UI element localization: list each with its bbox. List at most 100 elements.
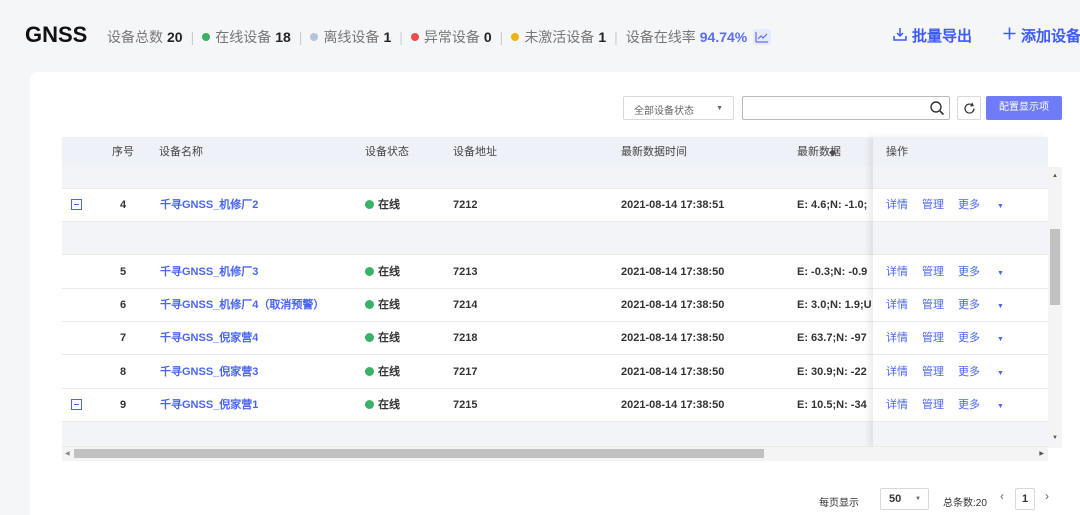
page-size-select[interactable]: 50 ▼ <box>880 488 929 510</box>
online-dot-icon <box>365 400 374 409</box>
manage-link[interactable]: 管理 <box>922 199 944 211</box>
manage-link[interactable]: 管理 <box>922 332 944 344</box>
online-dot-icon <box>365 200 374 209</box>
vertical-scrollbar[interactable]: ▲ ▼ <box>1048 167 1062 448</box>
data-cell: E: 4.6;N: -1.0; <box>797 199 868 211</box>
time-cell: 2021-08-14 17:38:50 <box>621 332 725 344</box>
caret-down-icon: ▼ <box>997 203 1004 210</box>
rate-value: 94.74% <box>699 29 748 45</box>
abnormal-label: 异常设备 <box>423 29 480 45</box>
page-size-value: 50 <box>889 493 902 505</box>
caret-down-icon: ▼ <box>997 336 1004 343</box>
caret-down-icon: ▼ <box>997 270 1004 277</box>
address-cell: 7218 <box>453 332 478 344</box>
offline-value: 1 <box>383 29 392 45</box>
detail-link[interactable]: 详情 <box>886 266 908 278</box>
time-cell: 2021-08-14 17:38:50 <box>621 266 725 278</box>
manage-link[interactable]: 管理 <box>922 366 944 378</box>
search-input[interactable] <box>743 97 923 119</box>
status-cell: 在线 <box>365 389 400 422</box>
search-icon[interactable] <box>929 100 945 121</box>
device-name-link[interactable]: 千寻GNSS_倪家营1 <box>160 389 258 422</box>
col-time[interactable]: 最新数据时间 <box>621 137 687 167</box>
time-cell: 2021-08-14 17:38:50 <box>621 399 725 411</box>
total-count: 总条数:20 <box>943 498 987 509</box>
address-cell: 7212 <box>453 199 478 211</box>
refresh-button[interactable] <box>957 96 981 120</box>
scroll-left-icon[interactable]: ◀ <box>65 450 70 457</box>
status-cell: 在线 <box>365 356 400 389</box>
offline-dot-icon <box>310 33 319 41</box>
col-index: 序号 <box>112 146 134 158</box>
status-text: 在线 <box>378 366 400 378</box>
divider: | <box>399 29 403 45</box>
manage-link[interactable]: 管理 <box>922 399 944 411</box>
manage-link[interactable]: 管理 <box>922 266 944 278</box>
device-name-link[interactable]: 千寻GNSS_机修厂3 <box>160 256 258 289</box>
add-device-label: 添加设备 <box>1021 28 1080 45</box>
page-header: GNSS 设备总数 20 | 在线设备 18 | 离线设备 1 | 异常设备 0… <box>0 0 1080 70</box>
manage-link[interactable]: 管理 <box>922 299 944 311</box>
status-text: 在线 <box>378 266 400 278</box>
collapse-icon[interactable] <box>71 199 82 210</box>
detail-link[interactable]: 详情 <box>886 199 908 211</box>
caret-down-icon: ▼ <box>997 303 1004 310</box>
row-actions: 详情 管理 更多 ▼ <box>873 256 1048 289</box>
row-actions: 详情 管理 更多 ▼ <box>873 389 1048 422</box>
more-dropdown[interactable]: 更多 ▼ <box>958 266 1018 278</box>
col-status: 设备状态 <box>365 146 409 158</box>
more-label: 更多 <box>958 399 980 411</box>
plus-icon <box>1003 27 1016 44</box>
row-index: 4 <box>120 199 127 211</box>
refresh-icon <box>964 102 975 114</box>
collapse-icon[interactable] <box>71 399 82 410</box>
status-text: 在线 <box>378 299 400 311</box>
inactive-dot-icon <box>511 33 520 41</box>
address-cell: 7215 <box>453 399 478 411</box>
more-dropdown[interactable]: 更多 ▼ <box>958 299 1018 311</box>
device-name-link[interactable]: 千寻GNSS_机修厂2 <box>160 189 258 222</box>
prev-page-icon[interactable]: ‹ <box>1000 489 1004 503</box>
divider: | <box>190 29 195 45</box>
detail-link[interactable]: 详情 <box>886 299 908 311</box>
per-page-label: 每页显示 <box>819 498 859 509</box>
time-cell: 2021-08-14 17:38:50 <box>621 299 725 311</box>
status-cell: 在线 <box>365 289 400 322</box>
detail-link[interactable]: 详情 <box>886 332 908 344</box>
more-label: 更多 <box>958 199 980 211</box>
divider: | <box>614 29 618 45</box>
scroll-right-icon[interactable]: ▶ <box>1039 450 1044 457</box>
status-cell: 在线 <box>365 189 400 222</box>
next-page-icon[interactable]: › <box>1045 489 1049 503</box>
device-status-select[interactable]: 全部设备状态 ▼ <box>623 96 734 120</box>
col-ops: 操作 <box>873 137 1048 167</box>
detail-link[interactable]: 详情 <box>886 366 908 378</box>
device-name-link[interactable]: 千寻GNSS_倪家营3 <box>160 356 258 389</box>
row-index: 6 <box>120 299 127 311</box>
current-page-button[interactable]: 1 <box>1015 488 1035 510</box>
data-cell: E: 10.5;N: -34 <box>797 399 867 411</box>
scroll-down-icon[interactable]: ▼ <box>1052 435 1058 441</box>
horizontal-scroll-thumb[interactable] <box>74 449 764 458</box>
detail-link[interactable]: 详情 <box>886 399 908 411</box>
more-dropdown[interactable]: 更多 ▼ <box>958 399 1018 411</box>
vertical-scroll-thumb[interactable] <box>1050 229 1060 305</box>
scroll-up-icon[interactable]: ▲ <box>1052 173 1058 179</box>
horizontal-scrollbar[interactable]: ◀ ▶ <box>62 447 1048 461</box>
more-dropdown[interactable]: 更多 ▼ <box>958 199 1018 211</box>
more-dropdown[interactable]: 更多 ▼ <box>958 366 1018 378</box>
add-device-button[interactable]: 添加设备 <box>1003 25 1080 46</box>
search-box[interactable] <box>742 96 950 120</box>
more-dropdown[interactable]: 更多 ▼ <box>958 332 1018 344</box>
status-text: 在线 <box>378 332 400 344</box>
inactive-label: 未激活设备 <box>524 29 595 45</box>
config-display-button[interactable]: 配置显示项 <box>986 96 1062 120</box>
rate-label: 设备在线率 <box>625 29 696 45</box>
device-name-link[interactable]: 千寻GNSS_机修厂4（取消预警） <box>160 289 324 322</box>
caret-down-icon: ▼ <box>915 496 921 502</box>
device-name-link[interactable]: 千寻GNSS_倪家营4 <box>160 322 258 355</box>
line-chart-icon[interactable] <box>753 29 772 45</box>
batch-export-button[interactable]: 批量导出 <box>893 25 972 46</box>
row-index: 8 <box>120 366 127 378</box>
status-cell: 在线 <box>365 256 400 289</box>
